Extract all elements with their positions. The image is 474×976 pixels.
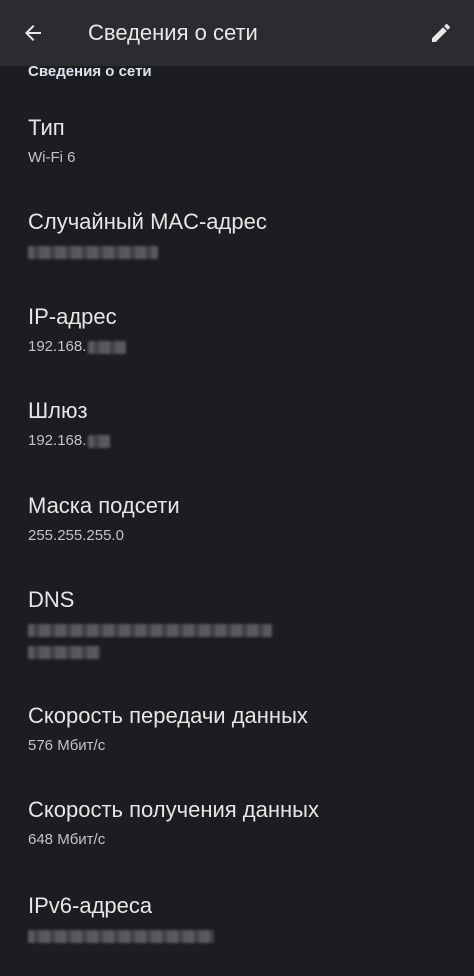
- detail-item-dns: DNS: [28, 586, 448, 659]
- detail-title: Случайный MAC-адрес: [28, 209, 267, 234]
- edit-button[interactable]: [422, 14, 460, 52]
- detail-item-type: Тип Wi-Fi 6: [28, 114, 448, 168]
- detail-title: Тип: [28, 115, 65, 140]
- page-title: Сведения о сети: [88, 20, 258, 45]
- detail-value: 255.255.255.0: [28, 527, 124, 544]
- detail-item-mac: Случайный MAC-адрес: [28, 208, 448, 262]
- detail-title: DNS: [28, 587, 75, 612]
- redacted-gateway-suffix: [88, 434, 111, 448]
- redacted-ipv6-address: [28, 929, 214, 943]
- detail-title: Скорость получения данных: [28, 797, 319, 822]
- detail-title: IP-адрес: [28, 304, 117, 329]
- detail-title: IPv6-адреса: [28, 893, 153, 918]
- detail-item-ipv6: IPv6-адреса: [28, 892, 448, 946]
- detail-item-ip: IP-адрес 192.168.: [28, 303, 448, 357]
- back-button[interactable]: [14, 14, 52, 52]
- detail-item-subnet-mask: Маска подсети 255.255.255.0: [28, 492, 448, 546]
- detail-title: Скорость передачи данных: [28, 703, 308, 728]
- redacted-dns-line-1: [28, 623, 272, 637]
- detail-value: Wi-Fi 6: [28, 149, 76, 166]
- detail-value-redacted: [28, 620, 448, 659]
- detail-item-rx-speed: Скорость получения данных 648 Мбит/с: [28, 796, 448, 850]
- gateway-prefix: 192.168.: [28, 432, 87, 449]
- redacted-dns-line-2: [28, 646, 100, 659]
- detail-title: Шлюз: [28, 398, 88, 423]
- detail-value: 648 Мбит/с: [28, 831, 106, 848]
- ip-prefix: 192.168.: [28, 338, 87, 355]
- detail-value: 192.168.: [28, 431, 448, 451]
- redacted-ip-suffix: [88, 340, 127, 354]
- detail-title: Маска подсети: [28, 493, 180, 518]
- detail-item-tx-speed: Скорость передачи данных 576 Мбит/с: [28, 702, 448, 756]
- detail-value: 192.168.: [28, 337, 448, 357]
- pencil-icon: [432, 23, 451, 42]
- section-header: Сведения о сети: [28, 63, 152, 80]
- app-bar: Сведения о сети: [0, 0, 474, 66]
- detail-value-redacted: [28, 242, 448, 262]
- detail-value: 576 Мбит/с: [28, 737, 106, 754]
- detail-value-redacted: [28, 926, 448, 946]
- redacted-mac-address: [28, 245, 158, 259]
- arrow-back-icon: [25, 25, 41, 41]
- detail-item-gateway: Шлюз 192.168.: [28, 397, 448, 451]
